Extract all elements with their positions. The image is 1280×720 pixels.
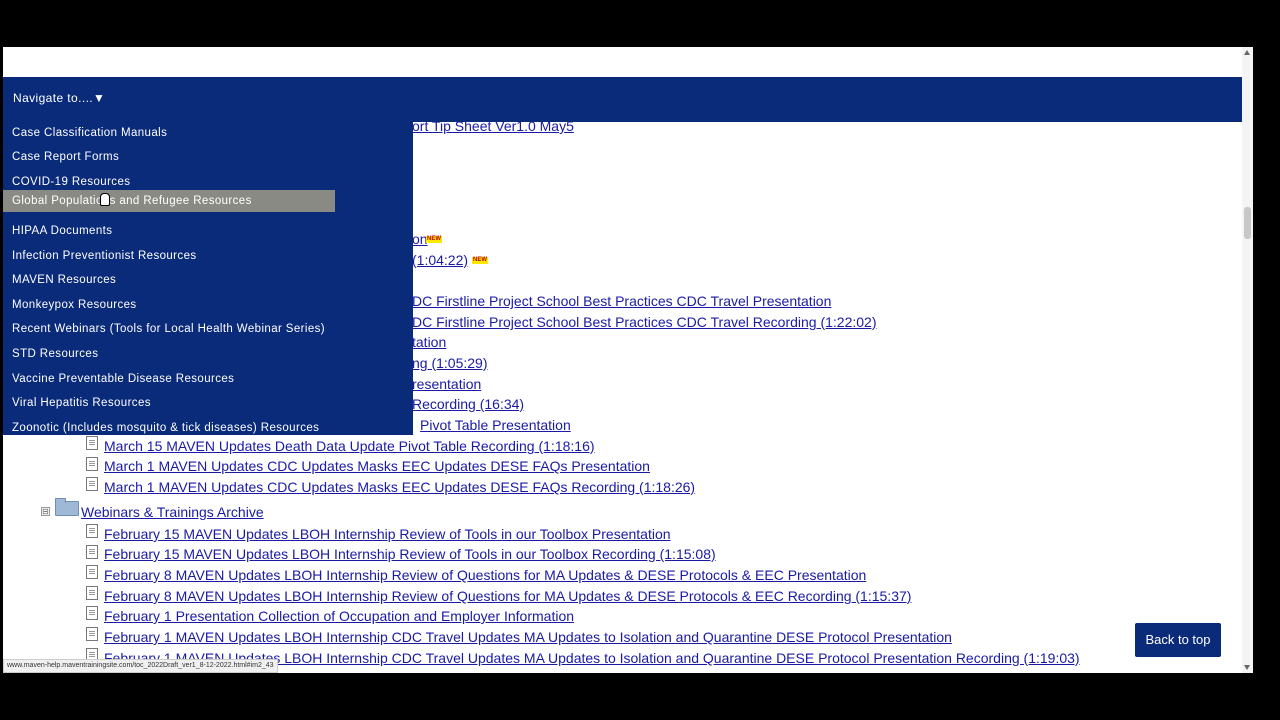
- document-link[interactable]: February 8 MAVEN Updates LBOH Internship…: [104, 588, 911, 604]
- menu-item-case-report-forms[interactable]: Case Report Forms: [3, 146, 119, 168]
- menu-item-vaccine-preventable[interactable]: Vaccine Preventable Disease Resources: [3, 368, 234, 390]
- menu-item-case-classification-manuals[interactable]: Case Classification Manuals: [3, 122, 167, 144]
- document-icon: [86, 477, 98, 491]
- menu-item-recent-webinars[interactable]: Recent Webinars (Tools for Local Health …: [3, 318, 325, 340]
- navigation-bar: Navigate to....▼: [3, 77, 1242, 122]
- menu-item-zoonotic-resources[interactable]: Zoonotic (Includes mosquito & tick disea…: [3, 417, 319, 439]
- document-link[interactable]: March 1 MAVEN Updates CDC Updates Masks …: [104, 458, 650, 474]
- folder-link[interactable]: Webinars & Trainings Archive: [81, 504, 264, 520]
- document-icon: [86, 565, 98, 579]
- document-link[interactable]: February 1 MAVEN Updates LBOH Internship…: [104, 629, 952, 645]
- browser-viewport: ort Tip Sheet Ver1.0 May5 on NEW (1:04:2…: [3, 47, 1253, 673]
- document-link[interactable]: February 15 MAVEN Updates LBOH Internshi…: [104, 546, 716, 562]
- menu-item-std-resources[interactable]: STD Resources: [3, 343, 98, 365]
- document-icon: [86, 627, 98, 641]
- partial-link[interactable]: DC Firstline Project School Best Practic…: [412, 314, 877, 330]
- back-to-top-button[interactable]: Back to top: [1135, 623, 1221, 657]
- menu-item-maven-resources[interactable]: MAVEN Resources: [3, 269, 116, 291]
- menu-item-hipaa-documents[interactable]: HIPAA Documents: [3, 220, 112, 242]
- document-icon: [86, 586, 98, 600]
- partial-link[interactable]: (1:04:22): [412, 252, 468, 268]
- document-icon: [86, 524, 98, 538]
- partial-link[interactable]: Recording (16:34): [412, 396, 524, 412]
- menu-item-infection-preventionist[interactable]: Infection Preventionist Resources: [3, 245, 197, 267]
- vertical-scrollbar[interactable]: [1242, 47, 1253, 673]
- scroll-thumb[interactable]: [1244, 207, 1251, 239]
- navigate-to-menu: Case Classification Manuals Case Report …: [3, 122, 413, 435]
- document-icon: [86, 545, 98, 559]
- mouse-cursor-icon: [100, 193, 110, 206]
- dropdown-arrow-icon: ▼: [93, 91, 106, 105]
- document-link[interactable]: February 1 Presentation Collection of Oc…: [104, 608, 574, 624]
- folder-icon: [55, 498, 79, 516]
- document-icon: [86, 606, 98, 620]
- partial-link[interactable]: ng (1:05:29): [412, 355, 488, 371]
- new-badge: NEW: [472, 257, 488, 264]
- document-link[interactable]: February 15 MAVEN Updates LBOH Internshi…: [104, 526, 671, 542]
- document-link[interactable]: March 15 MAVEN Updates Death Data Update…: [104, 438, 595, 454]
- menu-item-monkeypox-resources[interactable]: Monkeypox Resources: [3, 294, 137, 316]
- collapse-icon[interactable]: ⊟: [41, 507, 50, 516]
- navigate-to-dropdown[interactable]: Navigate to....▼: [13, 91, 105, 105]
- scroll-down-icon[interactable]: [1244, 665, 1250, 670]
- menu-item-global-populations[interactable]: Global Populations and Refugee Resources: [3, 190, 335, 212]
- document-link[interactable]: February 8 MAVEN Updates LBOH Internship…: [104, 567, 866, 583]
- partial-link[interactable]: Pivot Table Presentation: [420, 417, 571, 433]
- new-badge: NEW: [426, 236, 442, 243]
- partial-link[interactable]: tation: [412, 334, 446, 350]
- partial-link[interactable]: resentation: [412, 376, 481, 392]
- document-link[interactable]: March 1 MAVEN Updates CDC Updates Masks …: [104, 479, 695, 495]
- scroll-up-icon[interactable]: [1244, 50, 1250, 55]
- status-bar-url: www.maven-help.maventrainingsite.com/toc…: [3, 659, 278, 673]
- navigate-to-label: Navigate to....: [13, 91, 94, 105]
- partial-link[interactable]: DC Firstline Project School Best Practic…: [412, 293, 831, 309]
- document-icon: [86, 457, 98, 471]
- menu-item-viral-hepatitis[interactable]: Viral Hepatitis Resources: [3, 392, 151, 414]
